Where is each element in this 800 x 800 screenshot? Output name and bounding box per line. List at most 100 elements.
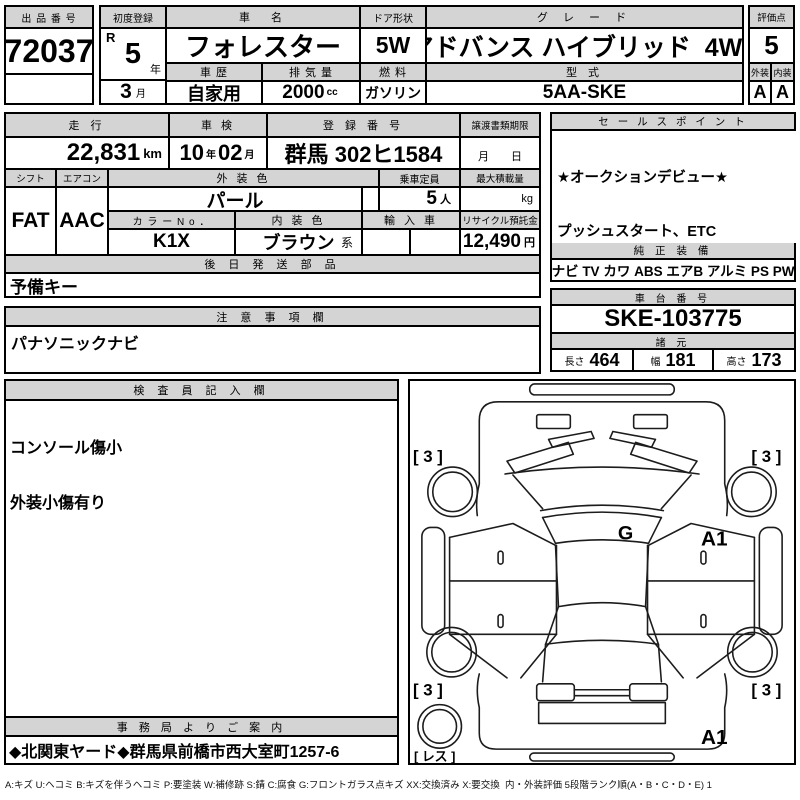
interior-color-cell: ブラウン 系 [236, 230, 361, 254]
sales-points-box: セ ー ル ス ポ イ ン ト ★オークションデビュー★ プッシュスタート、ET… [550, 112, 799, 282]
notes-label: 注 意 事 項 欄 [6, 308, 539, 325]
color-no-label: カ ラ ー N o ． [109, 212, 234, 228]
chassis-box: 車 台 番 号 SKE-103775 諸 元 長さ 464 幅 181 高さ 1… [550, 288, 796, 372]
notes-box: 注 意 事 項 欄 パナソニックナビ [4, 306, 541, 374]
rear-left-tire-mark: [ 3 ] [413, 681, 443, 700]
first-reg-month: 3 [120, 81, 132, 103]
recycle-deposit-label: リサイクル預託金 [461, 212, 539, 228]
registration-value: 群馬 302ヒ1584 [268, 138, 459, 168]
equipment-value: ナビ TV カワ ABS エアB アルミ PS PW [552, 260, 794, 280]
score-box: 評価点 5 外装 内装 A A [748, 5, 795, 105]
history-value: 自家用 [167, 82, 261, 103]
door-shape-label: ドア形状 [361, 7, 425, 27]
first-reg-month-unit: 月 [135, 88, 146, 100]
left-tail-light-shape [535, 683, 576, 702]
car-name-label: 車 名 [167, 7, 359, 27]
front-bumper-shape [478, 400, 726, 485]
front-right-tire-mark: [ 3 ] [751, 447, 781, 466]
recycle-deposit-unit: 円 [524, 237, 535, 249]
inspector-line-1: コンソール傷小 [10, 440, 123, 457]
transfer-deadline-value: 月 日 [461, 138, 539, 168]
spare-tire-mark: [ レス ] [414, 749, 455, 763]
aircon-value: AAC [57, 188, 107, 254]
lot-number-box: 出 品 番 号 72037 [4, 5, 94, 105]
displacement-value: 2000 [282, 82, 325, 103]
office-label: 事 務 局 よ り ご 案 内 [6, 718, 397, 735]
max-load-unit: kg [521, 193, 533, 205]
aircon-label: エアコン [57, 170, 107, 186]
mileage-unit: km [143, 145, 162, 161]
chassis-label: 車 台 番 号 [552, 290, 794, 304]
first-reg-year-unit: 年 [150, 64, 161, 76]
rear-lip-shape [528, 752, 676, 762]
exterior-color-value: パール [109, 188, 361, 210]
spec-width-value: 181 [665, 350, 696, 370]
vehicle-header-box: 初度登録 R 5 年 3 月 車 名 フォレスター 車 歴 自家用 排 気 量 … [99, 5, 744, 105]
damage-code-legend: A:キズ U:ヘコミ B:キズを伴うヘコミ P:要塗装 W:補修跡 S:錆 C:… [5, 780, 712, 791]
capacity-value-cell: 5 人 [380, 188, 459, 210]
auction-sheet: 出 品 番 号 72037 初度登録 R 5 年 3 月 車 名 フォレスター … [0, 0, 800, 800]
damage-diagram-box: [ 3 ] [ 3 ] G A1 [ 3 ] [ 3 ] A1 [ レス ] [408, 379, 796, 765]
chassis-value: SKE-103775 [552, 306, 794, 332]
inspection-year: 10 [179, 140, 204, 165]
first-reg-year: 5 [124, 37, 142, 70]
inspection-month: 02 [218, 140, 243, 165]
inspection-year-unit: 年 [206, 149, 216, 161]
later-parts-label: 後 日 発 送 部 品 [6, 256, 539, 272]
specs-label: 諸 元 [552, 334, 794, 348]
details-box: 走 行 車 検 登 録 番 号 譲渡書類期限 22,831 km 10 年 02… [4, 112, 541, 298]
front-door-mark: A1 [701, 527, 728, 550]
mileage-value: 22,831 [66, 139, 141, 166]
equipment-label: 純 正 装 備 [552, 243, 794, 258]
spec-width-label: 幅 [650, 356, 661, 368]
max-load-value-cell: kg [461, 188, 539, 210]
spec-length-value: 464 [589, 350, 620, 370]
rear-right-tire-mark: [ 3 ] [751, 681, 781, 700]
displacement-value-cell: 2000 cc [263, 82, 359, 103]
sales-points-label: セ ー ル ス ポ イ ン ト [552, 114, 794, 129]
exterior-color-extra-cell [363, 188, 378, 210]
sales-points-list: ★オークションデビュー★ プッシュスタート、ETC F・S・Rカメラ、アイサイト… [552, 131, 799, 243]
first-reg-label: 初度登録 [101, 7, 165, 27]
max-load-label: 最大積載量 [461, 170, 539, 186]
interior-color-value: ブラウン [262, 233, 335, 253]
displacement-unit: cc [326, 87, 338, 98]
car-diagram: [ 3 ] [ 3 ] G A1 [ 3 ] [ 3 ] A1 [ レス ] [413, 383, 783, 764]
first-reg-era: R [106, 30, 116, 45]
exterior-grade-label: 外装 [750, 64, 770, 80]
inspection-label: 車 検 [170, 114, 266, 136]
recycle-deposit-value: 12,490 [462, 231, 521, 252]
spec-length-label: 長さ [564, 356, 585, 368]
first-reg-year-cell: R 5 年 [101, 29, 165, 79]
lot-number-label: 出 品 番 号 [6, 7, 92, 27]
rear-bumper-shape [478, 706, 726, 750]
registration-label: 登 録 番 号 [268, 114, 459, 136]
front-right-wheel [725, 466, 777, 518]
grade-label: グ レ ー ド [427, 7, 742, 27]
car-name-value: フォレスター [167, 29, 359, 62]
model-code-label: 型 式 [427, 64, 742, 80]
interior-color-label: 内 装 色 [236, 212, 361, 228]
import-car-label: 輸 入 車 [363, 212, 459, 228]
capacity-unit: 人 [440, 194, 451, 206]
mileage-value-cell: 22,831 km [6, 138, 168, 168]
capacity-label: 乗車定員 [380, 170, 459, 186]
fuel-value: ガソリン [361, 82, 425, 103]
inspector-content: コンソール傷小 外装小傷有り [6, 401, 397, 716]
front-left-tire-mark: [ 3 ] [413, 447, 443, 466]
capacity-value: 5 [426, 188, 437, 209]
first-reg-month-cell: 3 月 [101, 81, 165, 103]
left-rocker-shape [421, 526, 446, 636]
spec-height-cell: 高さ 173 [714, 350, 794, 370]
tailgate-shape [537, 701, 667, 725]
spec-length-cell: 長さ 464 [552, 350, 632, 370]
grade-value: アドバンス ハイブリッド 4WD [427, 29, 742, 62]
transfer-deadline-label: 譲渡書類期限 [461, 114, 539, 136]
spec-height-value: 173 [751, 350, 782, 370]
exterior-color-label: 外 装 色 [109, 170, 378, 186]
history-label: 車 歴 [167, 64, 261, 80]
right-rocker-shape [758, 526, 783, 636]
color-no-value: K1X [109, 230, 234, 254]
notes-content: パナソニックナビ [6, 327, 539, 372]
model-code-value: 5AA-SKE [427, 82, 742, 103]
